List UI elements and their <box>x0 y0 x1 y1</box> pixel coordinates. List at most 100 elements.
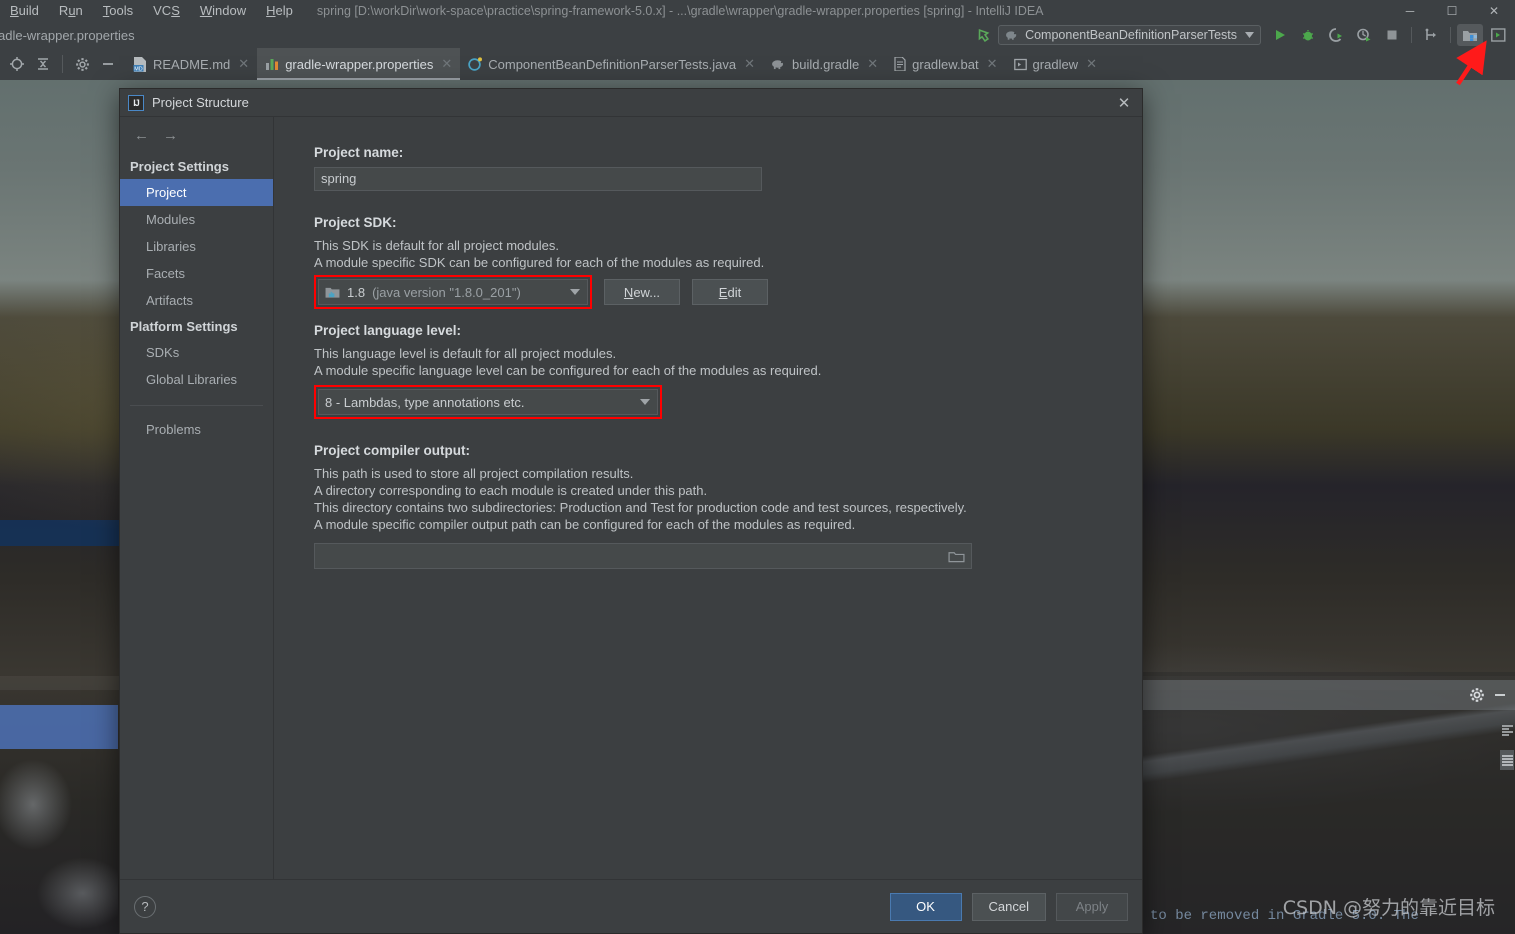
dialog-close-button[interactable]: ✕ <box>1114 93 1134 113</box>
intellij-logo-icon: IJ <box>128 94 144 111</box>
tab-readme-md[interactable]: MD README.md ✕ <box>125 48 257 80</box>
window-title: spring [D:\workDir\work-space\practice\s… <box>316 4 1044 18</box>
locate-icon[interactable] <box>6 53 28 75</box>
chevron-down-icon <box>640 399 650 405</box>
project-compiler-output-desc-3: This directory contains two subdirectori… <box>314 500 967 515</box>
nav-forward-icon[interactable]: → <box>163 127 178 144</box>
breadcrumb[interactable]: adle-wrapper.properties <box>0 28 135 43</box>
project-sdk-combo[interactable]: 1.8 (java version "1.8.0_201") <box>318 279 588 305</box>
tab-close-icon[interactable]: ✕ <box>867 56 878 72</box>
collapse-all-icon[interactable] <box>32 53 54 75</box>
project-language-level-highlight-box: 8 - Lambdas, type annotations etc. <box>314 385 662 419</box>
menu-vcs-pre: VC <box>153 3 172 18</box>
menu-run-mnemonic: u <box>68 3 76 18</box>
project-language-level-label: Project language level: <box>314 323 462 338</box>
project-structure-icon[interactable] <box>1457 24 1483 46</box>
apply-button[interactable]: Apply <box>1056 892 1128 921</box>
toolbar-separator-1 <box>1411 27 1412 43</box>
run-configuration-selector[interactable]: ComponentBeanDefinitionParserTests <box>998 25 1261 45</box>
sidebar-item-libraries[interactable]: Libraries <box>120 233 273 260</box>
edit-button-rest: dit <box>727 284 742 300</box>
git-branch-icon[interactable] <box>1418 24 1444 46</box>
edit-button-mnemonic: E <box>718 284 728 300</box>
run-with-coverage-icon[interactable] <box>1323 24 1349 46</box>
tab-gradlew-bat[interactable]: gradlew.bat ✕ <box>886 48 1005 80</box>
editor-tab-strip: MD README.md ✕ gradle-wrapper.properties… <box>0 48 1515 80</box>
tab-build-gradle[interactable]: build.gradle ✕ <box>763 48 886 80</box>
tab-gradle-wrapper-properties[interactable]: gradle-wrapper.properties ✕ <box>257 48 461 80</box>
tab-component-bean-definition-parser-tests[interactable]: ComponentBeanDefinitionParserTests.java … <box>460 48 763 80</box>
menu-help[interactable]: Help <box>256 0 303 22</box>
menu-build-mnemonic: B <box>10 3 19 18</box>
menu-help-rest: elp <box>275 3 293 18</box>
edit-sdk-button[interactable]: Edit <box>692 279 768 305</box>
menu-window[interactable]: Window <box>190 0 256 22</box>
settings-gear-icon[interactable] <box>1469 687 1485 703</box>
tab-close-icon[interactable]: ✕ <box>744 56 755 72</box>
tab-label: gradle-wrapper.properties <box>285 56 434 72</box>
close-button[interactable]: ✕ <box>1473 0 1515 22</box>
sidebar-item-sdks[interactable]: SDKs <box>120 339 273 366</box>
project-name-label: Project name: <box>314 145 404 160</box>
markdown-file-icon: MD <box>133 56 147 72</box>
project-sdk-desc-2: A module specific SDK can be configured … <box>314 255 765 270</box>
project-name-input[interactable]: spring <box>314 167 762 191</box>
dialog-footer: ? OK Cancel Apply <box>120 879 1142 933</box>
menu-tools[interactable]: Tools <box>93 0 143 22</box>
run-icon[interactable] <box>1267 24 1293 46</box>
menu-build[interactable]: Build <box>0 0 49 22</box>
watermark-text: CSDN @努力的靠近目标 <box>1282 897 1495 919</box>
tab-close-icon[interactable]: ✕ <box>987 56 998 72</box>
tab-gradlew[interactable]: gradlew ✕ <box>1006 48 1105 80</box>
project-language-level-desc-1: This language level is default for all p… <box>314 346 617 361</box>
sidebar-item-problems[interactable]: Problems <box>120 416 273 443</box>
sidebar-item-facets[interactable]: Facets <box>120 260 273 287</box>
menu-run-post: n <box>75 3 83 18</box>
tab-label: build.gradle <box>792 56 860 72</box>
tab-close-icon[interactable]: ✕ <box>441 56 452 72</box>
debug-icon[interactable] <box>1295 24 1321 46</box>
list-view-icon[interactable] <box>1500 720 1514 740</box>
sidebar-item-global-libraries[interactable]: Global Libraries <box>120 366 273 393</box>
search-everywhere-icon[interactable] <box>1485 24 1511 46</box>
project-language-level-combo[interactable]: 8 - Lambdas, type annotations etc. <box>318 389 658 415</box>
maximize-button[interactable]: ☐ <box>1431 0 1473 22</box>
dialog-title: Project Structure <box>152 95 249 110</box>
nav-back-icon[interactable]: ← <box>134 127 149 144</box>
help-button[interactable]: ? <box>134 895 156 918</box>
cancel-button[interactable]: Cancel <box>971 892 1046 921</box>
settings-gear-icon[interactable] <box>71 53 93 75</box>
minimize-button[interactable]: ─ <box>1389 0 1431 22</box>
tree-view-icon[interactable] <box>1500 750 1514 770</box>
sidebar-group-project-settings: Project Settings <box>130 159 229 174</box>
project-sdk-highlight-box: 1.8 (java version "1.8.0_201") <box>314 275 592 309</box>
gradle-file-icon <box>771 58 786 70</box>
sidebar-item-project[interactable]: Project <box>120 179 273 206</box>
minimize-pane-icon[interactable] <box>1493 688 1507 702</box>
properties-file-icon <box>265 57 279 71</box>
menu-help-mnemonic: H <box>266 3 276 18</box>
folder-browse-icon[interactable] <box>948 550 965 563</box>
tab-label: README.md <box>153 56 231 72</box>
profile-icon[interactable] <box>1351 24 1377 46</box>
hide-icon[interactable] <box>97 53 119 75</box>
project-compiler-output-input[interactable] <box>314 543 972 569</box>
toolgroup-separator <box>62 55 63 73</box>
sidebar-item-modules[interactable]: Modules <box>120 206 273 233</box>
menu-window-mnemonic: W <box>199 3 213 18</box>
tab-close-icon[interactable]: ✕ <box>238 56 249 72</box>
new-sdk-button[interactable]: New... <box>604 279 680 305</box>
menu-tools-rest: ools <box>109 3 134 18</box>
ide-window: Build Run Tools VCS Window Help spring [… <box>0 0 1515 934</box>
menu-run[interactable]: Run <box>49 0 93 22</box>
ok-button[interactable]: OK <box>889 892 962 921</box>
update-project-icon[interactable] <box>970 24 996 46</box>
menu-vcs[interactable]: VCS <box>143 0 190 22</box>
gradle-elephant-icon <box>1006 31 1017 40</box>
dialog-main-panel: Project name: spring Project SDK: This S… <box>274 117 1142 879</box>
tab-label: ComponentBeanDefinitionParserTests.java <box>488 56 737 72</box>
sidebar-item-artifacts[interactable]: Artifacts <box>120 287 273 314</box>
stop-icon[interactable] <box>1379 24 1405 46</box>
new-button-rest: ew... <box>633 284 661 300</box>
tab-close-icon[interactable]: ✕ <box>1086 56 1097 72</box>
